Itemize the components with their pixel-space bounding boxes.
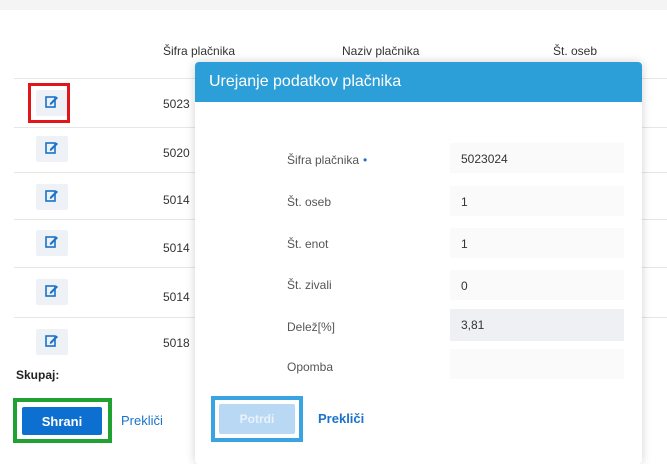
payer-code-cell: 5020 bbox=[163, 146, 190, 160]
payer-code-cell: 5014 bbox=[163, 241, 190, 255]
animals-field[interactable]: 0 bbox=[450, 270, 624, 300]
top-band bbox=[0, 0, 667, 10]
share-field: 3,81 bbox=[450, 309, 624, 341]
column-header-payer-name[interactable]: Naziv plačnika bbox=[342, 44, 419, 58]
payer-code-cell: 5018 bbox=[163, 336, 190, 350]
edit-button[interactable] bbox=[36, 329, 68, 355]
edit-button[interactable] bbox=[36, 230, 68, 256]
edit-button[interactable] bbox=[36, 184, 68, 210]
column-header-payer-code[interactable]: Šifra plačnika bbox=[163, 44, 235, 58]
edit-icon bbox=[45, 283, 59, 302]
field-label-payer-code: Šifra plačnika • bbox=[287, 153, 367, 167]
field-label-animals: Št. zivali bbox=[287, 278, 332, 292]
dialog-title: Urejanje podatkov plačnika bbox=[209, 73, 402, 90]
edit-button[interactable] bbox=[36, 136, 68, 162]
edit-icon bbox=[45, 188, 59, 207]
cancel-link[interactable]: Prekliči bbox=[121, 413, 163, 428]
dialog-cancel-link[interactable]: Prekliči bbox=[318, 411, 364, 426]
field-label-text: Šifra plačnika bbox=[287, 153, 360, 167]
note-field[interactable] bbox=[450, 349, 624, 379]
field-label-units: Št. enot bbox=[287, 237, 329, 251]
total-label: Skupaj: bbox=[16, 368, 60, 382]
highlight-frame-red bbox=[28, 83, 70, 123]
field-label-note: Opomba bbox=[287, 360, 334, 374]
required-indicator: • bbox=[363, 153, 368, 167]
edit-icon bbox=[45, 234, 59, 253]
units-field[interactable]: 1 bbox=[450, 228, 624, 258]
field-label-persons: Št. oseb bbox=[287, 195, 332, 209]
payer-code-field[interactable]: 5023024 bbox=[450, 143, 624, 173]
payer-code-cell: 5014 bbox=[163, 290, 190, 304]
persons-field[interactable]: 1 bbox=[450, 186, 624, 216]
field-label-share: Delež[%] bbox=[287, 320, 336, 334]
payer-code-cell: 5023 bbox=[163, 97, 190, 111]
edit-button[interactable] bbox=[36, 279, 68, 305]
edit-icon bbox=[45, 140, 59, 159]
dialog-header: Urejanje podatkov plačnika bbox=[195, 62, 642, 102]
save-button[interactable]: Shrani bbox=[22, 407, 102, 435]
edit-payer-dialog: Urejanje podatkov plačnika Šifra plačnik… bbox=[195, 62, 642, 464]
column-header-persons[interactable]: Št. oseb bbox=[553, 44, 597, 58]
edit-icon bbox=[45, 333, 59, 352]
payer-code-cell: 5014 bbox=[163, 193, 190, 207]
confirm-button[interactable]: Potrdi bbox=[219, 404, 295, 434]
